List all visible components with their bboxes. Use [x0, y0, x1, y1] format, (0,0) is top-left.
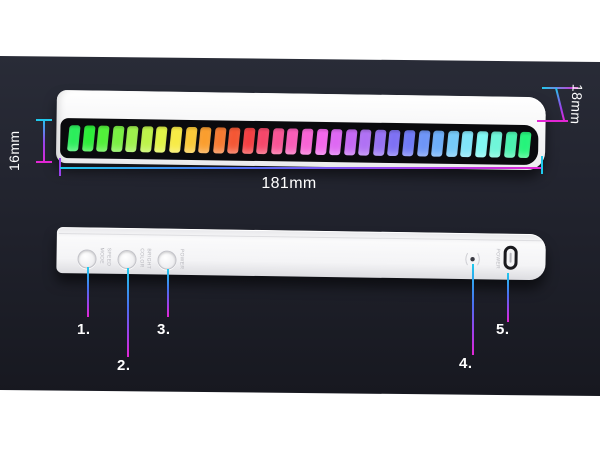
led-segment: [358, 130, 371, 156]
led-segment: [96, 126, 109, 152]
callout-label-3: 3.: [157, 321, 171, 338]
backdrop-band: [0, 0, 600, 450]
led-segment: [256, 128, 269, 154]
led-segment: [387, 130, 400, 156]
led-segment: [344, 129, 357, 155]
led-segment: [198, 127, 211, 153]
length-dimension-tick-right: [541, 156, 543, 174]
callout-label-2: 2.: [117, 357, 131, 374]
led-segment: [183, 127, 196, 153]
led-segment: [489, 131, 502, 157]
callout-line-3: [167, 269, 169, 317]
callout-label-5: 5.: [496, 321, 510, 338]
usb-c-port: [503, 246, 517, 270]
length-dimension-line: [60, 167, 542, 169]
length-dimension-label: 181mm: [243, 175, 335, 193]
led-segment: [213, 127, 226, 153]
color-bright-engraving: COLOR BRIGHT: [137, 248, 151, 269]
led-strip: [60, 118, 539, 165]
led-segment: [125, 126, 138, 152]
led-segment: [373, 130, 386, 156]
height-dimension-label: 16mm: [6, 111, 22, 171]
callout-line-2: [127, 268, 129, 357]
led-segment: [242, 128, 255, 154]
led-segment: [518, 132, 531, 158]
led-segment: [504, 132, 517, 158]
depth-dimension-tick-bottom: [537, 120, 568, 122]
led-segment: [82, 125, 95, 151]
led-segment: [140, 126, 153, 152]
height-dimension-tick-bottom: [36, 161, 52, 163]
led-segment: [431, 131, 444, 157]
led-segment: [154, 126, 167, 152]
led-segment: [314, 129, 327, 155]
callout-label-1: 1.: [77, 321, 91, 338]
led-segment: [329, 129, 342, 155]
led-segment: [300, 129, 313, 155]
callout-line-1: [87, 267, 89, 317]
callout-line-5: [507, 273, 509, 322]
callout-line-4: [472, 264, 474, 355]
callout-label-4: 4.: [459, 355, 473, 372]
power-button: [157, 250, 176, 269]
led-segment: [169, 127, 182, 153]
led-segment: [402, 130, 415, 156]
led-segment: [67, 125, 80, 151]
port-engraving: POWER: [493, 248, 500, 268]
led-segment: [475, 131, 488, 157]
color-bright-button: [117, 250, 136, 269]
height-dimension-line: [43, 119, 45, 163]
mode-speed-engraving: MODE SPEED: [97, 248, 111, 267]
led-segment: [271, 128, 284, 154]
led-segment: [227, 128, 240, 154]
led-segment: [416, 130, 429, 156]
product-diagram: 16mm 181mm 18mm MODE SPEED COLOR BRIGHT …: [0, 0, 600, 450]
light-bar-top-view: [56, 90, 546, 170]
led-segment: [285, 128, 298, 154]
power-engraving: POWER: [177, 249, 184, 269]
led-segment: [460, 131, 473, 157]
mode-speed-button: [77, 249, 96, 268]
led-segment: [111, 126, 124, 152]
led-segment: [446, 131, 459, 157]
